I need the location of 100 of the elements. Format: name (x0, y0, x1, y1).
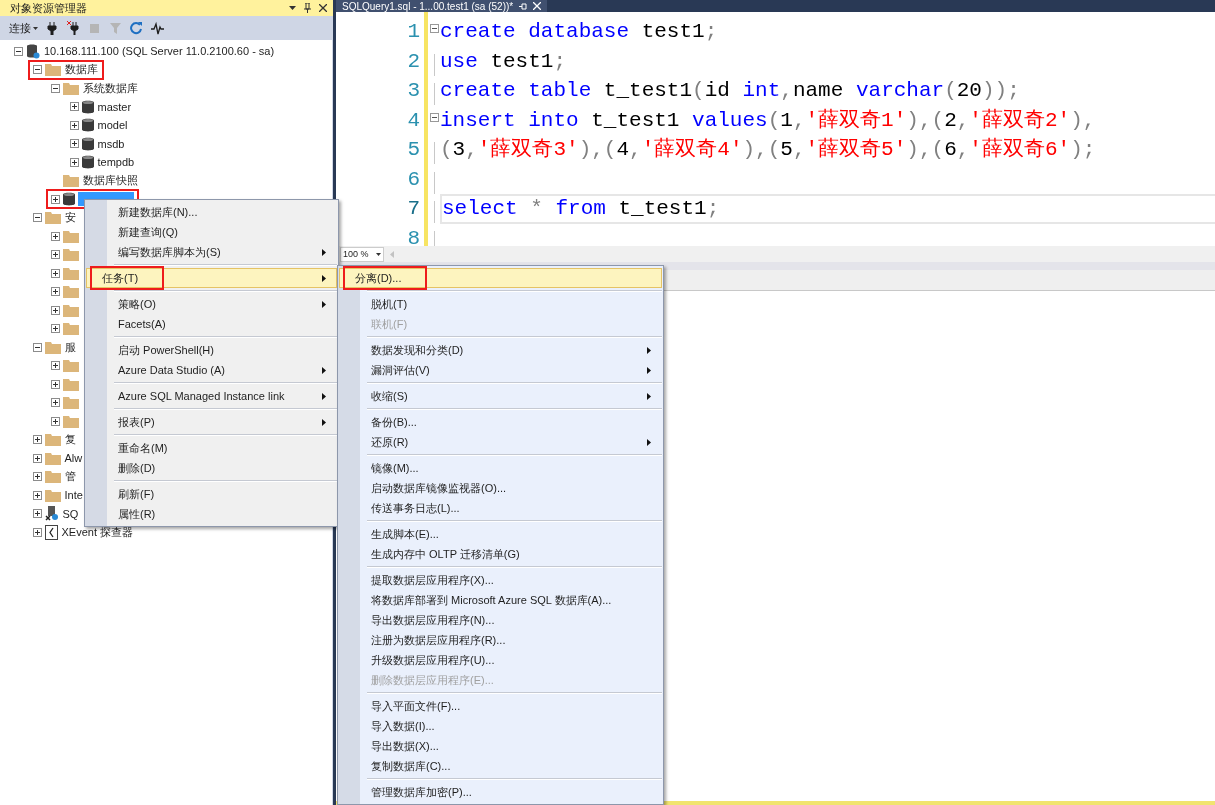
connect-tool-button[interactable] (45, 20, 60, 36)
collapse-icon[interactable] (32, 213, 42, 223)
tree-item[interactable]: 服 (63, 339, 77, 355)
expand-icon[interactable] (32, 472, 42, 482)
menu-item[interactable]: 数据发现和分类(D) (339, 340, 662, 360)
menu-item[interactable]: 还原(R) (339, 432, 662, 452)
folder-icon (63, 396, 79, 410)
folder-icon (44, 470, 61, 484)
collapse-icon[interactable] (32, 65, 42, 75)
expand-icon[interactable] (51, 231, 60, 241)
tree-item[interactable]: 数据库快照 (82, 173, 139, 189)
menu-item[interactable]: 编写数据库脚本为(S) (86, 242, 337, 262)
collapse-icon[interactable] (429, 24, 439, 33)
menu-item[interactable]: 漏洞评估(V) (339, 360, 662, 380)
expand-icon[interactable] (51, 268, 60, 278)
menu-item[interactable]: 刷新(F) (86, 484, 337, 504)
menu-item[interactable]: 删除(D) (86, 458, 337, 478)
expand-icon[interactable] (51, 287, 60, 297)
tree-item[interactable]: model (96, 119, 129, 132)
menu-item[interactable]: 导出数据(X)... (339, 736, 662, 756)
menu-item[interactable]: 重命名(M) (86, 438, 337, 458)
menu-item[interactable]: 属性(R) (86, 504, 337, 524)
menu-item[interactable]: 脱机(T) (339, 294, 662, 314)
menu-item[interactable]: 复制数据库(C)... (339, 756, 662, 776)
menu-item[interactable]: 启动数据库镜像监视器(O)... (339, 478, 662, 498)
menu-item[interactable]: 启动 PowerShell(H) (86, 340, 337, 360)
folder-icon (63, 248, 79, 262)
menu-item[interactable]: Facets(A) (86, 314, 337, 334)
tree-item[interactable]: 系统数据库 (82, 80, 139, 96)
menu-item[interactable]: 将数据库部署到 Microsoft Azure SQL 数据库(A)... (339, 590, 662, 610)
menu-item[interactable]: 备份(B)... (339, 412, 662, 432)
line-number: 2 (406, 48, 420, 75)
expand-icon[interactable] (51, 324, 60, 334)
tree-item[interactable]: XEvent 探查器 (60, 524, 135, 540)
menu-item[interactable]: 注册为数据层应用程序(R)... (339, 630, 662, 650)
disconnect-tool-button[interactable] (66, 20, 81, 36)
pin-icon[interactable] (304, 3, 311, 13)
menu-item[interactable]: 导入数据(I)... (339, 716, 662, 736)
refresh-tool-button[interactable] (129, 20, 144, 36)
stop-icon (88, 21, 101, 35)
menu-item[interactable]: 传送事务日志(L)... (339, 498, 662, 518)
menu-item[interactable]: Azure Data Studio (A) (86, 360, 337, 380)
tree-item[interactable]: Inte (63, 489, 84, 502)
tree-item[interactable]: 数据库 (63, 62, 99, 78)
expand-icon[interactable] (51, 416, 60, 426)
tree-item[interactable]: 安 (63, 210, 77, 226)
menu-item[interactable]: 报表(P) (86, 412, 337, 432)
dropdown-icon[interactable] (289, 6, 296, 10)
menu-item[interactable]: 收缩(S) (339, 386, 662, 406)
menu-item[interactable]: Azure SQL Managed Instance link (86, 386, 337, 406)
menu-item[interactable]: 分离(D)... (339, 268, 662, 288)
menu-item[interactable]: 生成内存中 OLTP 迁移清单(G) (339, 544, 662, 564)
expand-icon[interactable] (51, 194, 60, 204)
expand-icon[interactable] (69, 102, 79, 112)
activity-tool-button[interactable] (150, 20, 165, 36)
folder-icon (44, 488, 61, 502)
expand-icon[interactable] (51, 398, 60, 408)
expand-icon[interactable] (51, 250, 60, 260)
tree-item[interactable]: 10.168.111.100 (SQL Server 11.0.2100.60 - sa) (43, 45, 276, 58)
expand-icon[interactable] (69, 157, 79, 167)
database-icon (81, 118, 94, 133)
menu-item[interactable]: 生成脚本(E)... (339, 524, 662, 544)
expand-icon[interactable] (32, 453, 42, 463)
tree-item[interactable]: tempdb (96, 156, 136, 169)
menu-item[interactable]: 升级数据层应用程序(U)... (339, 650, 662, 670)
expand-icon[interactable] (69, 139, 79, 149)
tree-item[interactable]: 复 (63, 432, 77, 448)
collapse-icon[interactable] (32, 342, 42, 352)
close-icon[interactable] (319, 4, 327, 12)
tree-item[interactable]: 管 (63, 469, 77, 485)
expand-icon[interactable] (51, 361, 60, 371)
tree-item[interactable]: master (96, 100, 133, 113)
line-number: 1 (406, 19, 420, 45)
menu-item[interactable]: 提取数据层应用程序(X)... (339, 570, 662, 590)
collapse-icon[interactable] (429, 112, 439, 122)
menu-item[interactable]: 新建查询(Q) (86, 222, 337, 242)
menu-item[interactable]: 镜像(M)... (339, 458, 662, 478)
expand-icon[interactable] (32, 435, 42, 445)
expand-icon[interactable] (32, 509, 42, 519)
server-icon (26, 43, 40, 60)
menu-item[interactable]: 策略(O) (86, 294, 337, 314)
menu-item[interactable]: 新建数据库(N)... (86, 202, 337, 222)
expand-icon[interactable] (32, 490, 42, 500)
menu-item[interactable]: 导入平面文件(F)... (339, 696, 662, 716)
code-editor[interactable] (336, 12, 1215, 246)
collapse-icon[interactable] (51, 83, 60, 93)
menu-item[interactable]: 导出数据层应用程序(N)... (339, 610, 662, 630)
expand-icon[interactable] (51, 305, 60, 315)
menu-item[interactable]: 管理数据库加密(P)... (339, 782, 662, 802)
expand-icon[interactable] (32, 527, 42, 537)
connect-button[interactable]: 连接 (8, 19, 39, 37)
menu-item[interactable]: 任务(T) (86, 268, 337, 288)
tree-item[interactable]: msdb (96, 137, 126, 150)
expand-icon[interactable] (51, 379, 60, 389)
zoom-dropdown[interactable]: 100 % (340, 246, 384, 262)
tree-item[interactable]: Alw (63, 452, 84, 465)
folder-icon (63, 359, 79, 373)
collapse-icon[interactable] (14, 46, 23, 56)
tree-item[interactable]: SQ (61, 507, 80, 520)
expand-icon[interactable] (69, 120, 79, 130)
